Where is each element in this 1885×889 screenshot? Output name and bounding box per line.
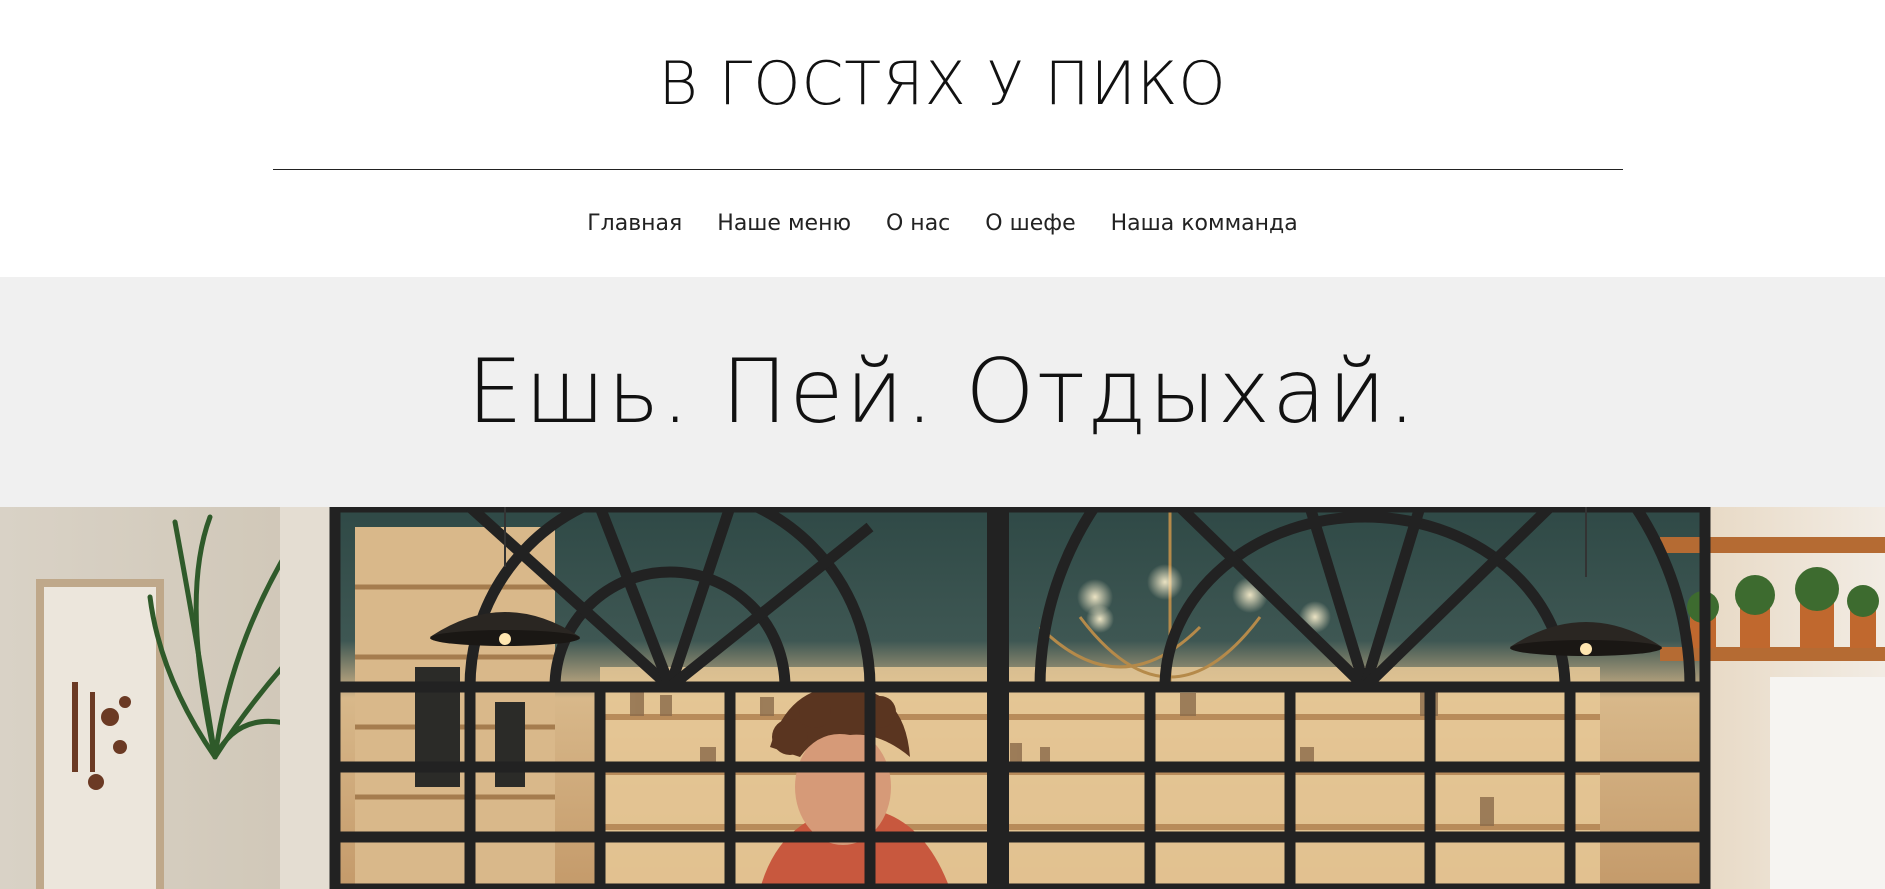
site-title[interactable]: В ГОСТЯХ У ПИКО	[0, 48, 1885, 120]
header-divider	[273, 169, 1623, 170]
nav-item-about[interactable]: О нас	[886, 208, 950, 240]
site-header: В ГОСТЯХ У ПИКО Главная Наше меню О нас …	[0, 0, 1885, 277]
hero-tagline: Ешь. Пей. Отдыхай.	[467, 340, 1418, 443]
nav-item-menu[interactable]: Наше меню	[717, 208, 851, 240]
restaurant-illustration	[0, 507, 1885, 889]
main-nav: Главная Наше меню О нас О шефе Наша комм…	[0, 208, 1885, 240]
hero-band: Ешь. Пей. Отдыхай.	[0, 277, 1885, 507]
restaurant-interior-photo	[0, 507, 1885, 889]
nav-item-team[interactable]: Наша комманда	[1111, 208, 1298, 240]
nav-item-home[interactable]: Главная	[587, 208, 682, 240]
nav-item-chef[interactable]: О шефе	[985, 208, 1075, 240]
